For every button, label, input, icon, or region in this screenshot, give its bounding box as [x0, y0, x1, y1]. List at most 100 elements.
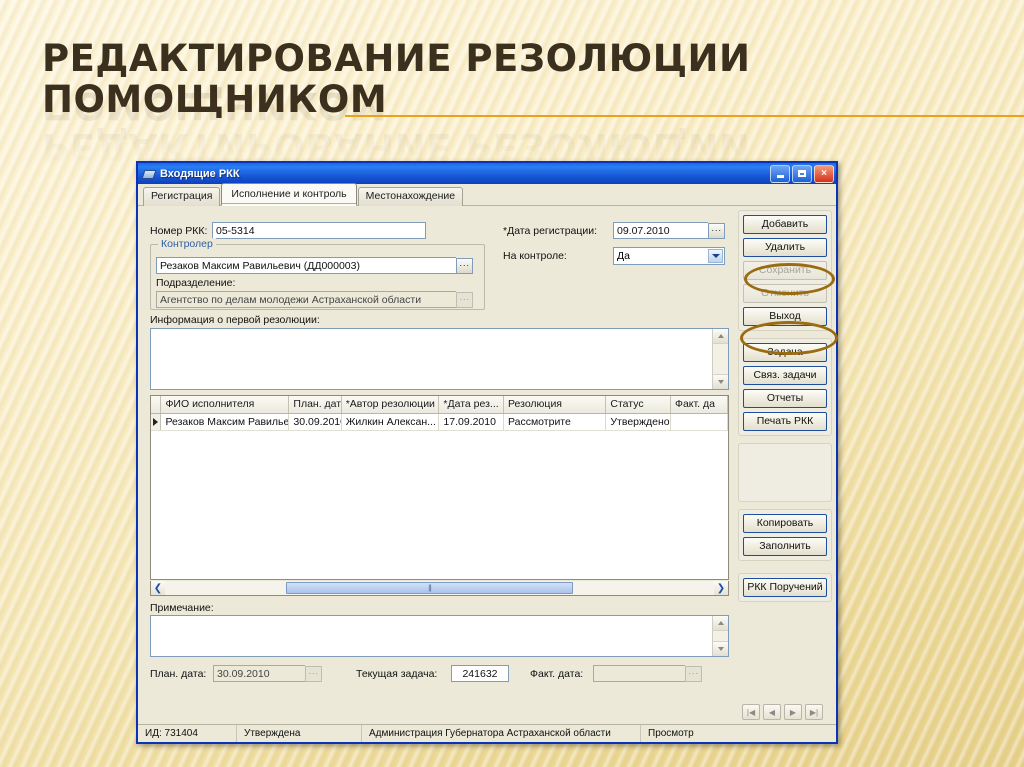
- close-button[interactable]: ×: [814, 164, 834, 183]
- column-header-plan-date[interactable]: План. дата: [289, 396, 342, 413]
- print-rkk-button[interactable]: Печать РКК: [743, 412, 827, 431]
- first-resolution-info-label: Информация о первой резолюции:: [150, 314, 320, 326]
- cell-resolution-author: Жилкин Алексан...: [342, 414, 440, 430]
- button-group-empty-spacer: [738, 443, 832, 502]
- column-header-status[interactable]: Статус: [606, 396, 671, 413]
- scrollbar-thumb[interactable]: [285, 582, 574, 594]
- status-bar: ИД: 731404 Утверждена Администрация Губе…: [138, 724, 836, 742]
- scroll-down-icon[interactable]: [713, 374, 728, 389]
- fact-date-picker-button: ···: [685, 665, 702, 682]
- tab-execution-and-control[interactable]: Исполнение и контроль: [221, 183, 357, 206]
- field-row-on-control: На контроле: Да: [503, 247, 725, 265]
- form-panel: Номер РКК: 05-5314 *Дата регистрации: 09…: [143, 210, 735, 722]
- button-group-rkk-assignments: РКК Поручений: [738, 573, 832, 602]
- controller-groupbox-label: Контролер: [158, 238, 216, 250]
- fact-date-label: Факт. дата:: [530, 667, 584, 680]
- scroll-left-icon[interactable]: ❮: [151, 581, 165, 595]
- column-header-resolution-date[interactable]: *Дата рез...: [439, 396, 504, 413]
- field-row-controller: Резаков Максим Равильевич (ДД000003) ···: [156, 257, 473, 274]
- note-vertical-scrollbar[interactable]: [712, 616, 728, 656]
- rkk-number-input[interactable]: 05-5314: [212, 222, 426, 239]
- cell-resolution: Рассмотрите: [504, 414, 607, 430]
- window-client-area: Номер РКК: 05-5314 *Дата регистрации: 09…: [138, 206, 836, 726]
- scroll-up-icon[interactable]: [713, 329, 728, 344]
- resinfo-vertical-scrollbar[interactable]: [712, 329, 728, 389]
- minimize-button[interactable]: [770, 164, 790, 183]
- nav-last-icon[interactable]: ▶|: [805, 704, 823, 720]
- field-row-fact-date: Факт. дата: ···: [530, 665, 702, 682]
- title-divider-rule: [345, 115, 1024, 117]
- cell-status: Утверждено: [606, 414, 671, 430]
- button-group-copy-fill: Копировать Заполнить: [738, 509, 832, 561]
- delete-button[interactable]: Удалить: [743, 238, 827, 257]
- scroll-down-icon[interactable]: [713, 641, 728, 656]
- window-controls: ×: [770, 164, 834, 183]
- on-control-label: На контроле:: [503, 250, 567, 262]
- nav-next-icon[interactable]: ▶: [784, 704, 802, 720]
- on-control-selected-value: Да: [617, 250, 630, 262]
- fill-button[interactable]: Заполнить: [743, 537, 827, 556]
- exit-button[interactable]: Выход: [743, 307, 827, 326]
- tab-location[interactable]: Местонахождение: [357, 187, 464, 206]
- scrollbar-track[interactable]: [165, 581, 714, 595]
- nav-prev-icon[interactable]: ◀: [763, 704, 781, 720]
- registration-date-input[interactable]: 09.07.2010: [613, 222, 708, 239]
- controller-lookup-button[interactable]: ···: [456, 257, 473, 274]
- save-button: Сохранить: [743, 261, 827, 280]
- copy-button[interactable]: Копировать: [743, 514, 827, 533]
- note-text: [151, 616, 712, 656]
- scroll-up-icon[interactable]: [713, 616, 728, 631]
- first-resolution-info-textarea[interactable]: [150, 328, 729, 390]
- plan-date-label: План. дата:: [150, 667, 207, 680]
- registration-date-picker-button[interactable]: ···: [708, 222, 725, 239]
- note-textarea[interactable]: [150, 615, 729, 657]
- button-group-record-actions: Добавить Удалить Сохранить Отменить Выхо…: [738, 210, 832, 331]
- field-row-current-task: Текущая задача: 241632: [356, 665, 509, 682]
- reports-button[interactable]: Отчеты: [743, 389, 827, 408]
- column-header-fact-date[interactable]: Факт. да: [670, 396, 728, 413]
- plan-date-input: 30.09.2010: [213, 665, 305, 682]
- tab-registration[interactable]: Регистрация: [143, 187, 221, 206]
- field-row-rkk-number: Номер РКК: 05-5314: [150, 222, 426, 239]
- column-header-executor[interactable]: ФИО исполнителя: [161, 396, 290, 413]
- department-lookup-button: ···: [456, 291, 473, 308]
- chevron-down-icon[interactable]: [708, 249, 723, 263]
- current-task-input[interactable]: 241632: [451, 665, 509, 682]
- tab-strip: Регистрация Исполнение и контроль Местон…: [138, 183, 836, 206]
- table-row[interactable]: Резаков Максим Равильевич 30.09.2010 Жил…: [151, 414, 728, 431]
- window-document-icon: [142, 167, 155, 180]
- nav-first-icon[interactable]: |◀: [742, 704, 760, 720]
- fact-date-input: [593, 665, 685, 682]
- status-mode: Просмотр: [648, 728, 694, 739]
- current-task-label: Текущая задача:: [356, 667, 438, 680]
- cell-fact-date: [671, 414, 728, 430]
- button-group-tasks: Задача Связ. задачи Отчеты Печать РКК: [738, 338, 832, 436]
- cell-plan-date: 30.09.2010: [289, 414, 342, 430]
- add-button[interactable]: Добавить: [743, 215, 827, 234]
- table-horizontal-scrollbar[interactable]: ❮ ❯: [150, 581, 729, 596]
- side-button-panel: Добавить Удалить Сохранить Отменить Выхо…: [738, 210, 832, 722]
- plan-date-picker-button: ···: [305, 665, 322, 682]
- column-header-resolution[interactable]: Резолюция: [503, 396, 607, 413]
- maximize-button[interactable]: [792, 164, 812, 183]
- table-header-row: ФИО исполнителя План. дата *Автор резолю…: [151, 396, 728, 414]
- record-navigator: |◀ ◀ ▶ ▶|: [742, 704, 828, 720]
- note-label: Примечание:: [150, 602, 214, 614]
- resolutions-table[interactable]: ФИО исполнителя План. дата *Автор резолю…: [150, 395, 729, 580]
- maximize-icon: [798, 170, 806, 177]
- controller-input[interactable]: Резаков Максим Равильевич (ДД000003): [156, 257, 456, 274]
- related-tasks-button[interactable]: Связ. задачи: [743, 366, 827, 385]
- controller-groupbox: Контролер Резаков Максим Равильевич (ДД0…: [150, 238, 485, 310]
- bottom-fields-row: План. дата: 30.09.2010 ··· Текущая задач…: [150, 665, 729, 685]
- row-indicator-icon: [151, 414, 162, 430]
- registration-date-label: *Дата регистрации:: [503, 224, 598, 237]
- row-indicator-header: [151, 396, 162, 413]
- on-control-select[interactable]: Да: [613, 247, 725, 265]
- status-id: ИД: 731404: [138, 725, 237, 742]
- rkk-assignments-button[interactable]: РКК Поручений: [743, 578, 827, 597]
- task-button[interactable]: Задача: [743, 343, 827, 362]
- window-titlebar: Входящие РКК ×: [138, 163, 836, 184]
- scroll-right-icon[interactable]: ❯: [714, 581, 728, 595]
- window-title: Входящие РКК: [160, 167, 240, 180]
- column-header-resolution-author[interactable]: *Автор резолюции: [341, 396, 440, 413]
